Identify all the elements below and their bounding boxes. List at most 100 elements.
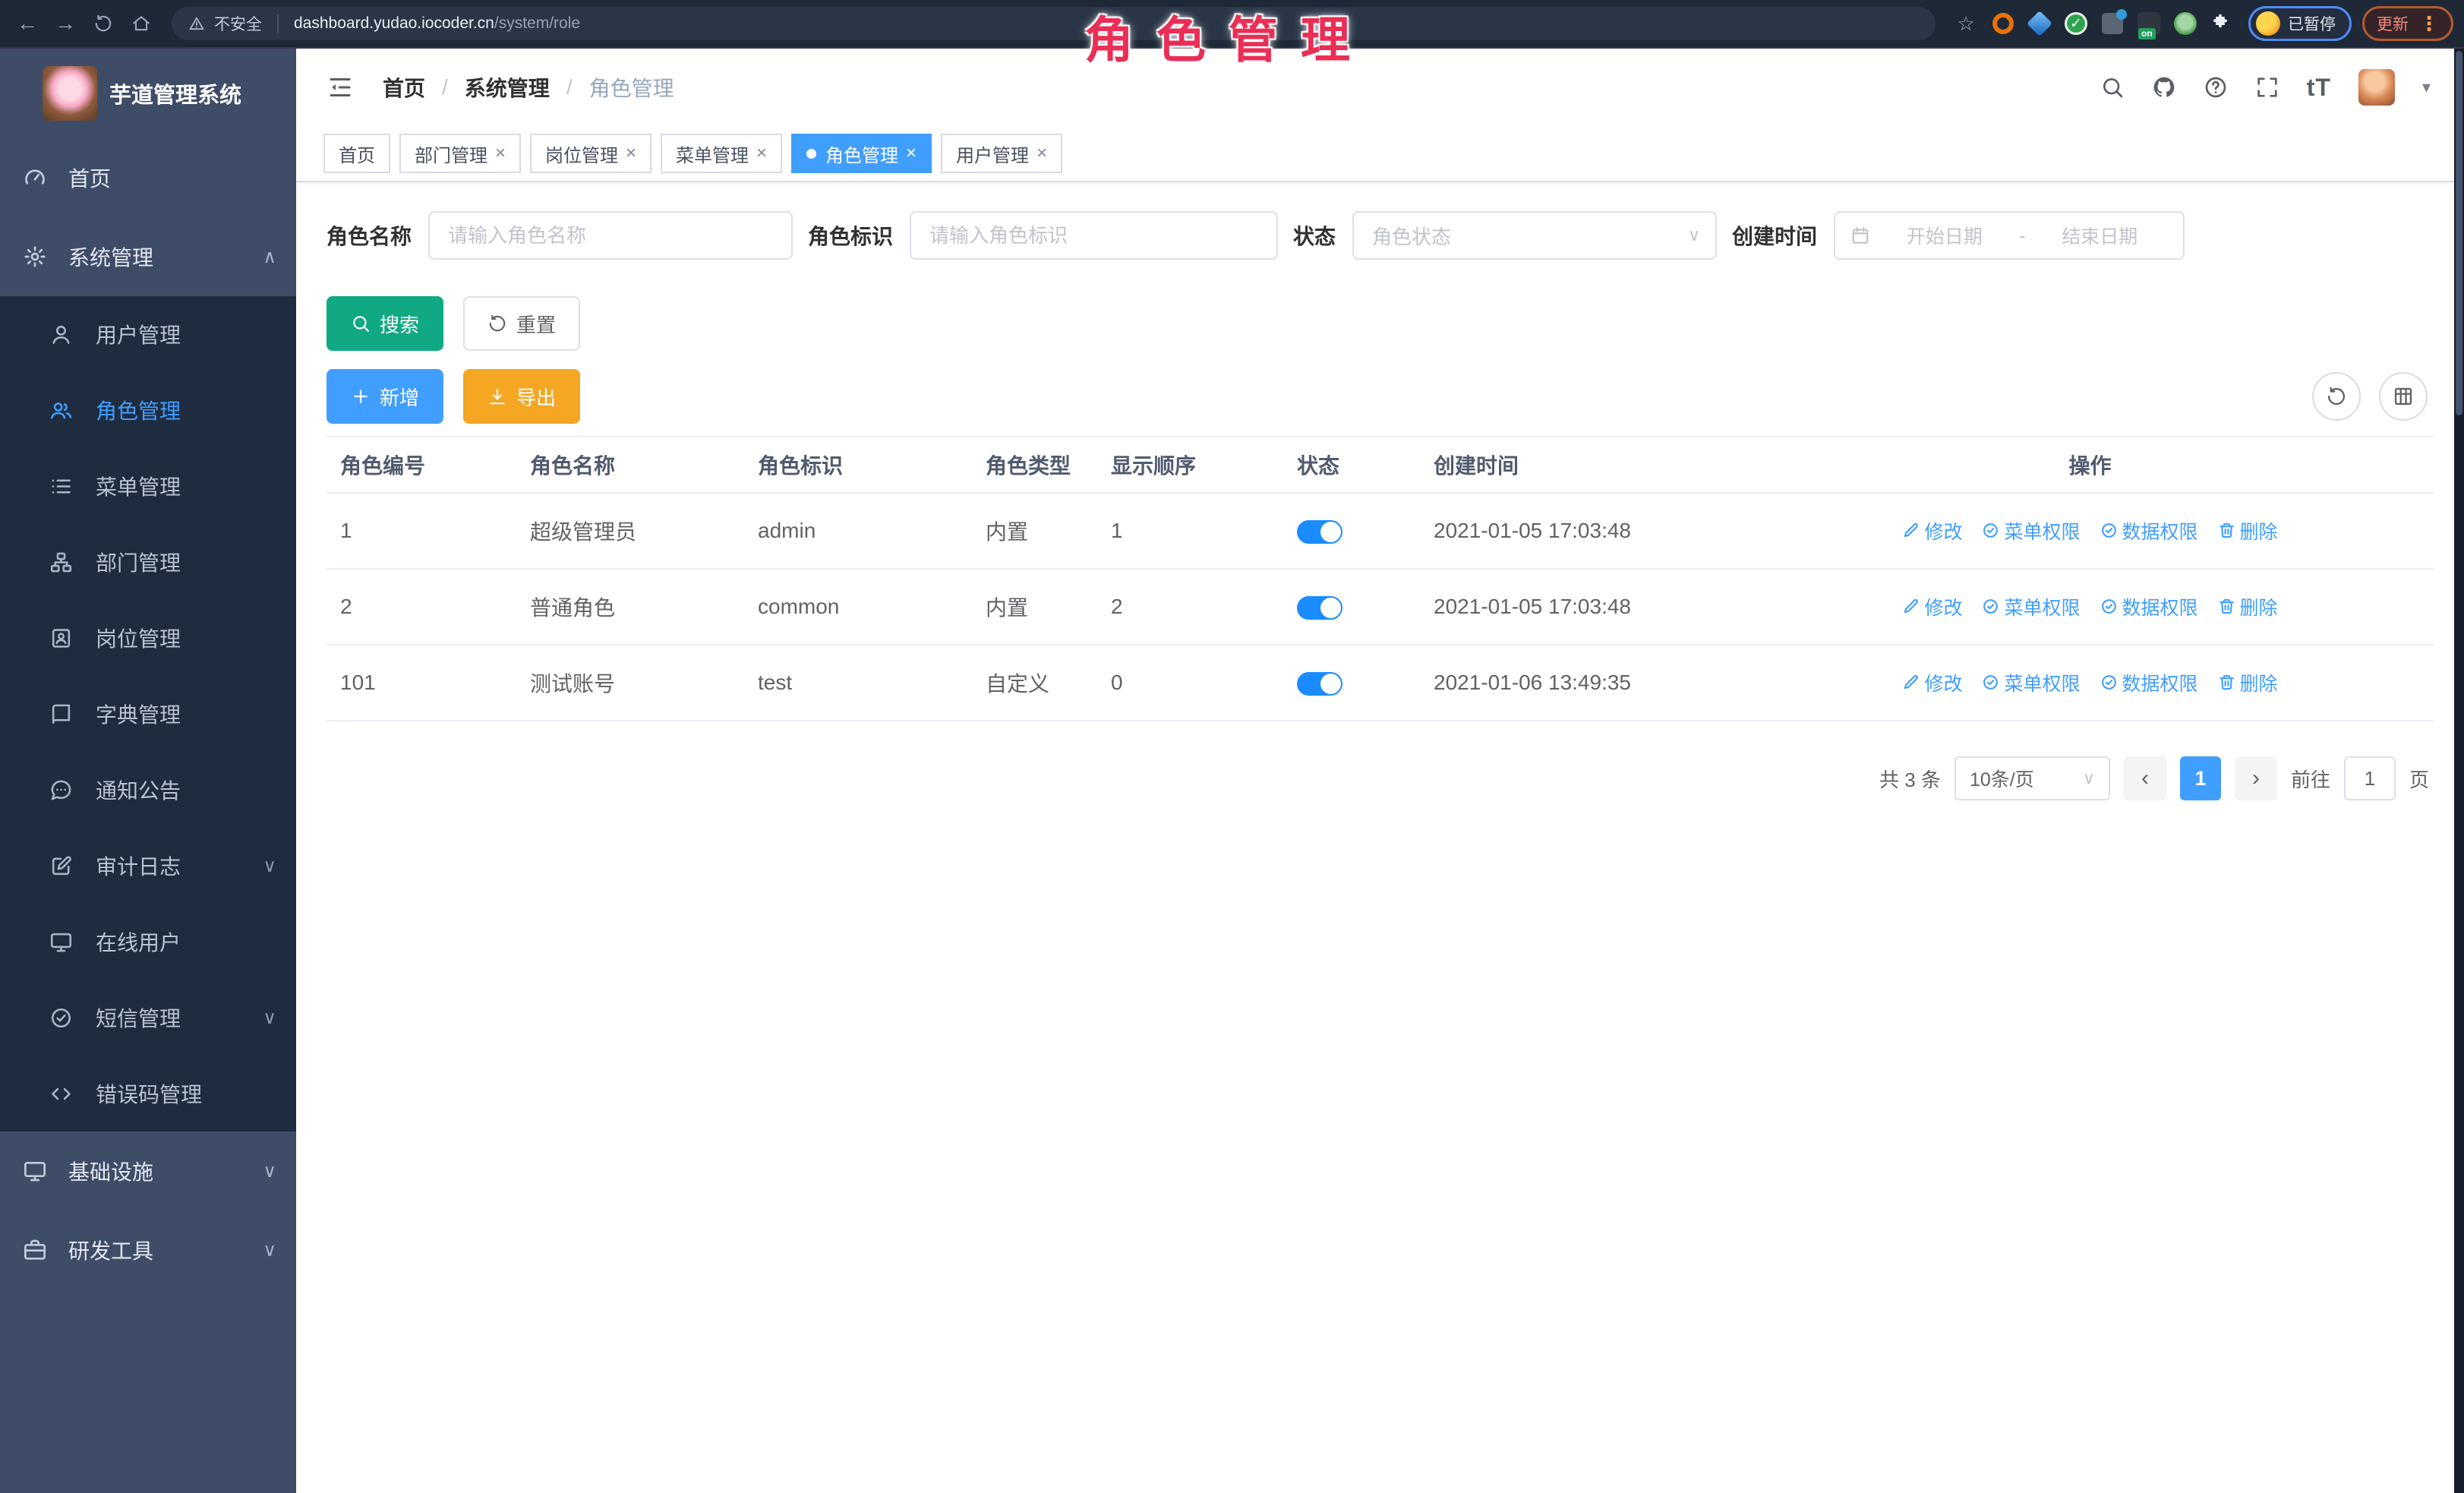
- reload-icon[interactable]: [87, 7, 120, 40]
- home-icon[interactable]: [125, 7, 158, 40]
- status-toggle[interactable]: [1297, 596, 1342, 620]
- tab-depts[interactable]: 部门管理×: [399, 134, 521, 173]
- tab-posts[interactable]: 岗位管理×: [530, 134, 651, 173]
- action-edit[interactable]: 修改: [1902, 593, 1962, 620]
- sidebar-item-tools[interactable]: 研发工具 ∨: [0, 1210, 296, 1289]
- cell-actions: 修改菜单权限数据权限删除: [1746, 569, 2434, 645]
- scrollbar-thumb[interactable]: [2456, 51, 2462, 415]
- url-path: /system/role: [494, 14, 580, 32]
- github-icon[interactable]: [2152, 75, 2176, 99]
- action-data-permission[interactable]: 数据权限: [2100, 517, 2198, 544]
- back-icon[interactable]: ←: [11, 7, 44, 40]
- browser-update-button[interactable]: 更新 ⋮: [2362, 6, 2453, 41]
- close-icon[interactable]: ×: [626, 143, 636, 164]
- sidebar-item-infra[interactable]: 基础设施 ∨: [0, 1132, 296, 1210]
- add-role-button[interactable]: 新增: [327, 369, 443, 424]
- sidebar-item-menus[interactable]: 菜单管理: [0, 448, 296, 524]
- sidebar-item-audit[interactable]: 审计日志 ∨: [0, 828, 296, 904]
- action-delete[interactable]: 删除: [2218, 669, 2278, 696]
- sidebar-item-online[interactable]: 在线用户: [0, 904, 296, 980]
- page-1-button[interactable]: 1: [2180, 756, 2221, 800]
- gem-icon: [2027, 11, 2052, 36]
- action-delete[interactable]: 删除: [2218, 517, 2278, 544]
- trash-icon: [2218, 674, 2235, 691]
- extension-icon-check[interactable]: ✓: [2063, 11, 2089, 36]
- sidebar-item-notices[interactable]: 通知公告: [0, 752, 296, 828]
- app-title: 芋道管理系统: [109, 77, 241, 109]
- top-navbar: 首页 / 系统管理 / 角色管理 tT ▾: [296, 49, 2464, 126]
- close-icon[interactable]: ×: [1036, 143, 1047, 164]
- filter-form: 角色名称 角色标识 状态 角色状态 ∨ 创建时间: [327, 211, 2434, 260]
- avatar-caret-down-icon[interactable]: ▾: [2422, 77, 2431, 97]
- page-unit-label: 页: [2409, 765, 2429, 793]
- status-toggle[interactable]: [1297, 520, 1342, 544]
- action-data-permission[interactable]: 数据权限: [2100, 593, 2198, 620]
- font-size-icon[interactable]: tT: [2307, 74, 2331, 102]
- column-settings-button[interactable]: [2379, 372, 2428, 421]
- briefcase-icon: [23, 1238, 47, 1262]
- status-select[interactable]: 角色状态 ∨: [1352, 211, 1717, 260]
- sidebar-item-posts[interactable]: 岗位管理: [0, 600, 296, 676]
- extension-icon-pair[interactable]: [2100, 11, 2125, 36]
- address-bar[interactable]: 不安全 dashboard.yudao.iocoder.cn/system/ro…: [172, 7, 1936, 40]
- sidebar-fold-icon[interactable]: [327, 74, 354, 101]
- action-menu-permission[interactable]: 菜单权限: [1982, 593, 2080, 620]
- close-icon[interactable]: ×: [756, 143, 767, 164]
- tab-menus[interactable]: 菜单管理×: [661, 134, 782, 173]
- search-button[interactable]: 搜索: [327, 296, 443, 351]
- monkey-icon: [2174, 12, 2197, 35]
- sidebar-item-users[interactable]: 用户管理: [0, 296, 296, 372]
- status-toggle[interactable]: [1297, 672, 1342, 696]
- goto-page-input[interactable]: [2344, 756, 2396, 800]
- close-icon[interactable]: ×: [495, 143, 506, 164]
- export-button[interactable]: 导出: [463, 369, 580, 424]
- action-edit[interactable]: 修改: [1902, 669, 1962, 696]
- extension-icon-target[interactable]: [1990, 11, 2016, 36]
- search-icon[interactable]: [2100, 75, 2125, 99]
- page-size-select[interactable]: 10条/页 ∨: [1954, 756, 2110, 800]
- create-time-range-picker[interactable]: 开始日期 - 结束日期: [1834, 211, 2185, 260]
- action-menu-permission[interactable]: 菜单权限: [1982, 517, 2080, 544]
- browser-menu-kebab-icon[interactable]: ⋮: [2419, 12, 2439, 36]
- sidebar-item-roles[interactable]: 角色管理: [0, 372, 296, 448]
- sidebar-item-errcodes[interactable]: 错误码管理: [0, 1056, 296, 1132]
- refresh-table-button[interactable]: [2312, 372, 2361, 421]
- help-icon[interactable]: [2204, 75, 2228, 99]
- cell-role-key: admin: [744, 493, 972, 569]
- gear-icon: [23, 245, 47, 269]
- reset-button[interactable]: 重置: [463, 296, 580, 351]
- prev-page-button[interactable]: ‹: [2124, 756, 2166, 800]
- action-menu-permission[interactable]: 菜单权限: [1982, 669, 2080, 696]
- tab-roles[interactable]: 角色管理×: [791, 134, 932, 173]
- sidebar-item-home[interactable]: 首页: [0, 138, 296, 217]
- fullscreen-icon[interactable]: [2255, 75, 2279, 99]
- role-name-input[interactable]: [428, 211, 793, 260]
- extension-icon-monkey[interactable]: [2172, 11, 2198, 36]
- sidebar-item-system[interactable]: 系统管理 ∧: [0, 217, 296, 296]
- browser-scrollbar[interactable]: [2454, 49, 2464, 1493]
- tree-icon: [49, 551, 73, 574]
- sidebar-item-dicts[interactable]: 字典管理: [0, 676, 296, 752]
- sidebar-item-depts[interactable]: 部门管理: [0, 524, 296, 600]
- cell-sort: 0: [1097, 645, 1283, 721]
- breadcrumb-home[interactable]: 首页: [383, 72, 425, 103]
- extension-icon-gem[interactable]: [2027, 11, 2052, 36]
- next-page-button[interactable]: ›: [2235, 756, 2277, 800]
- sidebar-item-sms[interactable]: 短信管理 ∨: [0, 980, 296, 1056]
- action-delete[interactable]: 删除: [2218, 593, 2278, 620]
- main-area: 首页 / 系统管理 / 角色管理 tT ▾ 首页 部门管理× 岗位管理× 菜单管…: [296, 49, 2464, 1493]
- app-logo[interactable]: 芋道管理系统: [0, 49, 296, 138]
- user-avatar[interactable]: [2358, 69, 2395, 106]
- action-edit[interactable]: 修改: [1902, 517, 1962, 544]
- extension-icon-dark[interactable]: on: [2136, 11, 2162, 36]
- role-key-input[interactable]: [910, 211, 1278, 260]
- forward-icon[interactable]: →: [49, 7, 82, 40]
- close-icon[interactable]: ×: [906, 143, 917, 164]
- breadcrumb-system[interactable]: 系统管理: [465, 72, 550, 103]
- browser-profile-paused-button[interactable]: 已暂停: [2248, 6, 2352, 41]
- tab-users[interactable]: 用户管理×: [941, 134, 1062, 173]
- extensions-puzzle-icon[interactable]: [2209, 11, 2235, 36]
- bookmark-star-icon[interactable]: ☆: [1949, 7, 1983, 40]
- action-data-permission[interactable]: 数据权限: [2100, 669, 2198, 696]
- tab-home[interactable]: 首页: [323, 134, 390, 173]
